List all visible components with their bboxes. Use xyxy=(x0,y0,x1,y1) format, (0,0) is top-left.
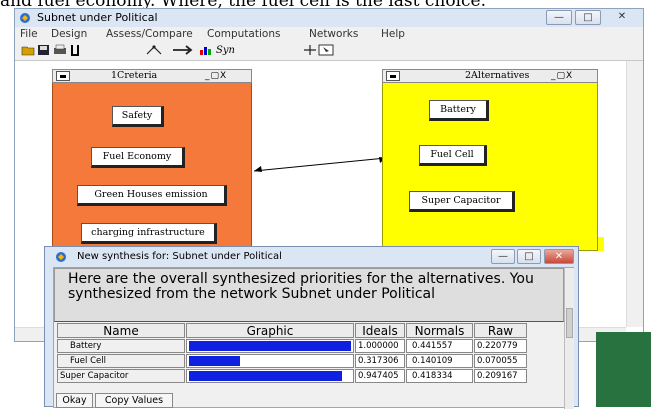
priority-bar xyxy=(189,341,351,351)
node-green-houses-emission[interactable]: Green Houses emission xyxy=(77,185,227,206)
dialog-minimize-button[interactable]: — xyxy=(491,249,515,264)
toolbar: Syn xyxy=(15,41,643,61)
table-cell-normals: 0.441557 xyxy=(406,339,473,353)
app-icon xyxy=(20,13,30,23)
table-cell-ideals: 1.000000 xyxy=(355,339,405,353)
criteria-cluster-header: 1Creteria _▢X xyxy=(52,69,252,83)
table-cell-raw: 0.070055 xyxy=(474,354,527,368)
synthesize-button[interactable]: Syn xyxy=(216,45,235,56)
column-header-normals: Normals xyxy=(406,323,473,338)
select-icon[interactable] xyxy=(318,44,334,56)
priority-bar-cell xyxy=(186,369,354,383)
title-bar: Subnet under Political — □ ✕ xyxy=(15,9,643,27)
dialog-maximize-button[interactable]: □ xyxy=(517,249,541,264)
alternatives-cluster-resize-edge xyxy=(598,237,604,251)
background-window-strip xyxy=(596,332,651,407)
column-header-raw: Raw xyxy=(474,323,527,338)
alternatives-cluster[interactable]: 2Alternatives _▢X Battery Fuel Cell Supe… xyxy=(382,69,598,251)
menu-bar: File Design Assess/Compare Computations … xyxy=(15,27,643,41)
maximize-button[interactable]: □ xyxy=(575,10,601,25)
window-title: Subnet under Political xyxy=(37,11,158,24)
menu-computations[interactable]: Computations xyxy=(207,28,280,40)
table-cell-ideals: 0.317306 xyxy=(355,354,405,368)
alternatives-cluster-header: 2Alternatives _▢X xyxy=(382,69,598,83)
table-cell-raw: 0.220779 xyxy=(474,339,527,353)
minimize-button[interactable]: — xyxy=(546,10,572,25)
column-header-graphic: Graphic xyxy=(186,323,354,338)
table-cell-normals: 0.140109 xyxy=(406,354,473,368)
column-header-ideals: Ideals xyxy=(355,323,405,338)
menu-file[interactable]: File xyxy=(20,28,38,40)
alternatives-cluster-title: 2Alternatives xyxy=(465,70,530,81)
crosshair-icon[interactable] xyxy=(303,44,317,56)
cluster-connection-arrow[interactable] xyxy=(250,153,390,177)
link-arrow-icon[interactable] xyxy=(172,44,194,56)
node-fuel-cell[interactable]: Fuel Cell xyxy=(419,145,487,166)
dialog-scrollbar[interactable] xyxy=(564,268,574,409)
cluster-menu-icon[interactable] xyxy=(56,71,70,81)
node-connect-icon[interactable] xyxy=(145,44,163,56)
close-button[interactable]: ✕ xyxy=(605,10,639,25)
synthesis-dialog: New synthesis for: Subnet under Politica… xyxy=(44,246,579,409)
priority-bar xyxy=(189,356,241,366)
priority-bar-cell xyxy=(186,354,354,368)
menu-networks[interactable]: Networks xyxy=(309,28,358,40)
message-panel: Here are the overall synthesized priorit… xyxy=(54,268,564,322)
node-safety[interactable]: Safety xyxy=(112,106,164,127)
dialog-scroll-thumb[interactable] xyxy=(566,308,573,338)
cluster-window-buttons[interactable]: _▢X xyxy=(551,71,595,81)
cluster-menu-icon[interactable] xyxy=(386,71,400,81)
criteria-cluster[interactable]: 1Creteria _▢X Safety Fuel Economy Green … xyxy=(52,69,252,269)
menu-help[interactable]: Help xyxy=(381,28,405,40)
cluster-window-buttons[interactable]: _▢X xyxy=(205,71,249,81)
menu-design[interactable]: Design xyxy=(51,28,87,40)
table-cell-normals: 0.418334 xyxy=(406,369,473,383)
document-icon[interactable] xyxy=(69,44,83,56)
save-icon[interactable] xyxy=(37,44,51,56)
dialog-close-button[interactable]: ✕ xyxy=(544,249,574,264)
synthesis-message: Here are the overall synthesized priorit… xyxy=(68,271,534,302)
print-icon[interactable] xyxy=(53,44,67,56)
column-header-name: Name xyxy=(57,323,185,338)
copy-values-button[interactable]: Copy Values xyxy=(95,393,173,408)
vertical-scrollbar[interactable] xyxy=(626,61,643,327)
table-row-name: Battery xyxy=(57,339,185,353)
table-cell-raw: 0.209167 xyxy=(474,369,527,383)
table-cell-ideals: 0.947405 xyxy=(355,369,405,383)
node-battery[interactable]: Battery xyxy=(429,100,489,121)
criteria-cluster-title: 1Creteria xyxy=(111,70,158,81)
dialog-app-icon xyxy=(56,252,66,262)
open-folder-icon[interactable] xyxy=(21,44,35,56)
dialog-title: New synthesis for: Subnet under Politica… xyxy=(77,251,282,262)
node-super-capacitor[interactable]: Super Capacitor xyxy=(409,191,515,212)
priority-bar xyxy=(189,371,343,381)
bar-chart-icon[interactable] xyxy=(199,44,213,56)
priority-bar-cell xyxy=(186,339,354,353)
okay-button[interactable]: Okay xyxy=(56,393,93,408)
dialog-body: Here are the overall synthesized priorit… xyxy=(53,267,574,409)
node-charging-infrastructure[interactable]: charging infrastructure xyxy=(81,223,217,244)
menu-assess-compare[interactable]: Assess/Compare xyxy=(106,28,193,40)
node-fuel-economy[interactable]: Fuel Economy xyxy=(91,147,185,168)
table-row-name: Super Capacitor xyxy=(57,369,185,383)
table-row-name: Fuel Cell xyxy=(57,354,185,368)
